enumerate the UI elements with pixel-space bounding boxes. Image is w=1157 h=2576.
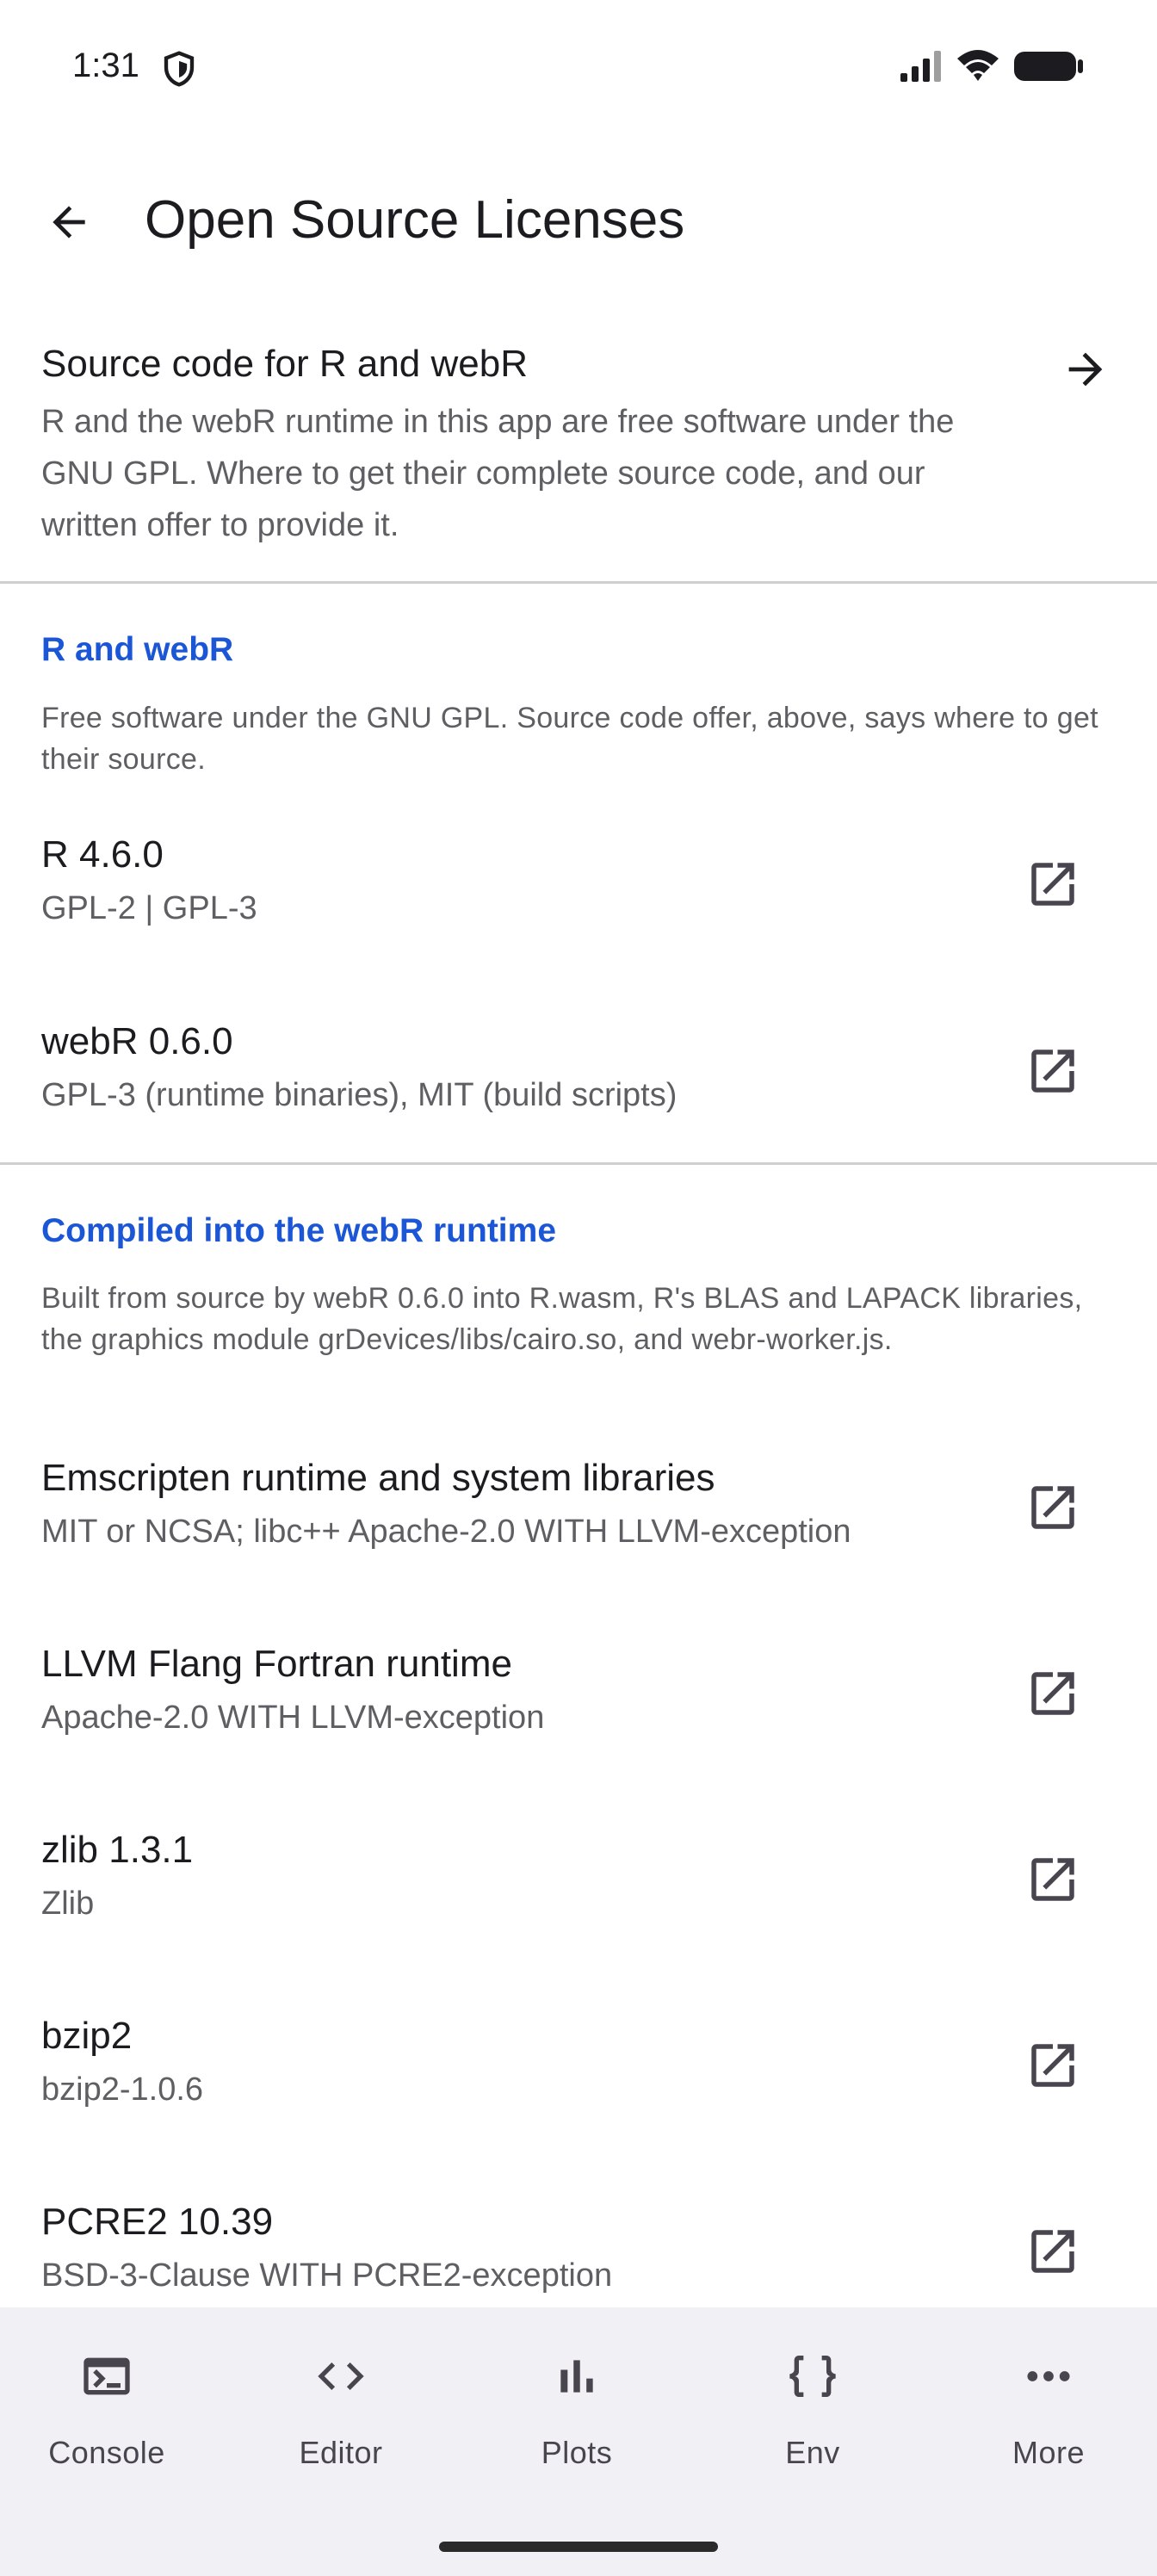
license-item-llvm-flang[interactable]: LLVM Flang Fortran runtime Apache-2.0 WI…: [0, 1643, 1157, 1789]
bottom-navigation: Console Editor Plots Env More: [0, 2307, 1157, 2576]
nav-plots[interactable]: Plots: [482, 2342, 671, 2497]
license-item-name: R 4.6.0: [41, 833, 164, 876]
open-in-new-icon[interactable]: [1021, 2220, 1085, 2283]
console-icon: [72, 2342, 141, 2411]
license-item-name: zlib 1.3.1: [41, 1829, 194, 1871]
more-horiz-icon: [1014, 2342, 1083, 2411]
shield-icon: [162, 50, 196, 92]
open-in-new-icon[interactable]: [1021, 2034, 1085, 2097]
open-in-new-icon[interactable]: [1021, 852, 1085, 916]
section-description: Free software under the GNU GPL. Source …: [41, 702, 1098, 776]
page-title: Open Source Licenses: [145, 190, 685, 250]
license-item-license: MIT or NCSA; libc++ Apache-2.0 WITH LLVM…: [41, 1514, 851, 1550]
license-item-name: webR 0.6.0: [41, 1020, 233, 1062]
status-bar: 1:31: [0, 0, 1157, 138]
nav-label: Editor: [299, 2435, 383, 2470]
nav-console[interactable]: Console: [12, 2342, 201, 2497]
license-item-name: PCRE2 10.39: [41, 2201, 274, 2243]
license-item-license: Apache-2.0 WITH LLVM-exception: [41, 1700, 545, 1736]
bar-chart-icon: [542, 2342, 611, 2411]
status-time: 1:31: [72, 46, 139, 84]
license-item-license: BSD-3-Clause WITH PCRE2-exception: [41, 2257, 613, 2294]
license-item-webr[interactable]: webR 0.6.0 GPL-3 (runtime binaries), MIT…: [0, 1020, 1157, 1167]
signal-icon: [899, 49, 944, 88]
nav-label: Env: [785, 2435, 840, 2470]
divider: [0, 581, 1157, 584]
source-code-description: R and the webR runtime in this app are f…: [41, 404, 955, 543]
top-app-bar: Open Source Licenses: [0, 146, 1157, 293]
braces-icon: [778, 2342, 847, 2411]
license-item-license: Zlib: [41, 1886, 95, 1922]
license-item-r[interactable]: R 4.6.0 GPL-2 | GPL-3: [0, 833, 1157, 980]
nav-label: Console: [48, 2435, 165, 2470]
nav-more[interactable]: More: [954, 2342, 1143, 2497]
home-indicator[interactable]: [439, 2542, 718, 2552]
open-in-new-icon[interactable]: [1021, 1848, 1085, 1911]
license-item-bzip2[interactable]: bzip2 bzip2-1.0.6: [0, 2015, 1157, 2161]
license-item-zlib[interactable]: zlib 1.3.1 Zlib: [0, 1829, 1157, 1975]
back-button[interactable]: [38, 191, 100, 253]
nav-editor[interactable]: Editor: [246, 2342, 436, 2497]
battery-icon: [1012, 48, 1085, 89]
license-item-emscripten[interactable]: Emscripten runtime and system libraries …: [0, 1457, 1157, 1603]
wifi-icon: [956, 48, 1000, 89]
open-in-new-icon[interactable]: [1021, 1039, 1085, 1103]
license-item-name: LLVM Flang Fortran runtime: [41, 1643, 512, 1685]
arrow-back-icon: [53, 206, 85, 238]
source-code-row[interactable]: Source code for R and webR R and the web…: [0, 327, 1157, 577]
open-in-new-icon[interactable]: [1021, 1476, 1085, 1539]
section-header-r-and-webr: R and webR: [41, 631, 234, 668]
license-item-name: bzip2: [41, 2015, 133, 2057]
code-icon: [306, 2342, 375, 2411]
nav-label: Plots: [541, 2435, 613, 2470]
arrow-forward-icon: [1055, 339, 1116, 399]
section-header-compiled-into-runtime: Compiled into the webR runtime: [41, 1212, 557, 1249]
open-in-new-icon[interactable]: [1021, 1662, 1085, 1725]
license-item-license: GPL-3 (runtime binaries), MIT (build scr…: [41, 1077, 677, 1113]
nav-label: More: [1012, 2435, 1086, 2470]
license-item-license: bzip2-1.0.6: [41, 2071, 204, 2108]
section-description: Built from source by webR 0.6.0 into R.w…: [41, 1282, 1083, 1356]
nav-env[interactable]: Env: [718, 2342, 907, 2497]
license-item-license: GPL-2 | GPL-3: [41, 890, 257, 926]
source-code-title: Source code for R and webR: [41, 343, 528, 385]
license-item-name: Emscripten runtime and system libraries: [41, 1457, 715, 1499]
divider: [0, 1162, 1157, 1165]
